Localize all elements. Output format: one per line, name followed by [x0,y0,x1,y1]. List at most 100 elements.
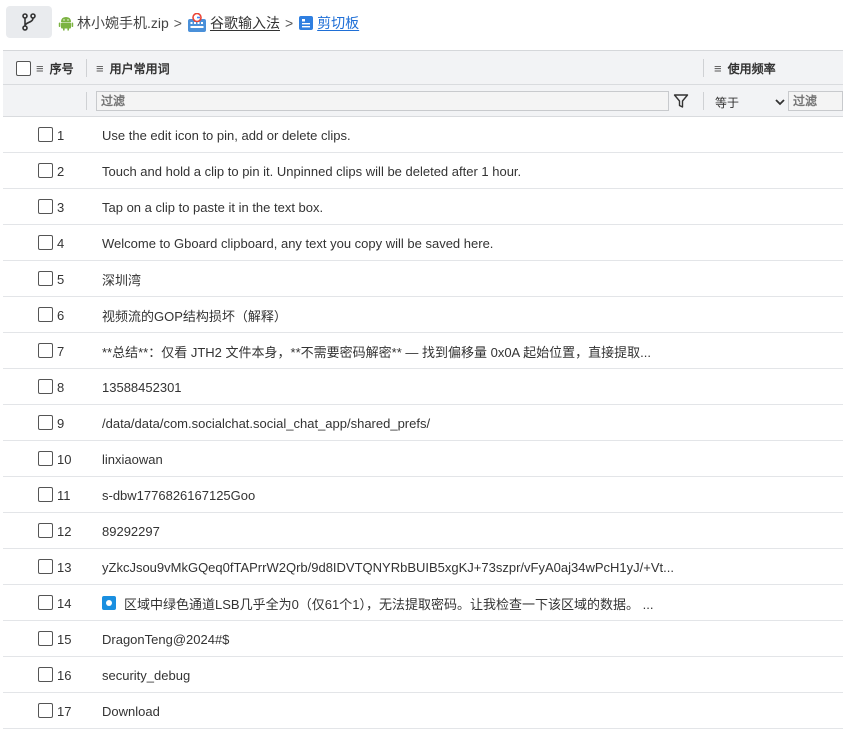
breadcrumb-label: 谷歌输入法 [209,15,280,31]
table-row[interactable]: 8 13588452301 [3,369,843,405]
row-index: 9 [57,415,65,431]
table-row[interactable]: 10 linxiaowan [3,441,843,477]
clipboard-table: ≡ 序号 ≡ 用户常用词 ≡ 使用频率 等于 1 Use the edit ico… [3,50,843,729]
row-checkbox[interactable] [38,307,53,322]
chevron-down-icon [775,99,785,106]
row-checkbox[interactable] [38,523,53,538]
clipboard-icon [299,16,314,30]
select-all-checkbox[interactable] [16,60,31,76]
row-index: 16 [57,667,72,683]
row-index: 7 [57,343,65,359]
row-index: 14 [57,595,72,611]
column-header-index[interactable]: ≡ 序号 [16,51,74,85]
column-menu-icon[interactable]: ≡ [96,61,104,76]
table-row[interactable]: 14 区域中绿色通道LSB几乎全为0（仅61个1），无法提取密码。让我检查一下该区… [3,585,843,621]
table-row[interactable]: 3 Tap on a clip to paste it in the text b… [3,189,843,225]
row-index: 13 [57,559,72,575]
table-body: 1 Use the edit icon to pin, add or delete… [3,117,843,729]
google-keyboard-icon [187,13,206,32]
row-phrase: /data/data/com.socialchat.social_chat_ap… [102,415,431,431]
row-index: 6 [57,307,65,323]
row-checkbox[interactable] [38,667,53,682]
breadcrumb: 林小婉手机.zip > 谷歌输入法 > 剪切板 [58,12,359,34]
row-checkbox[interactable] [38,199,53,214]
column-menu-icon[interactable]: ≡ [36,61,44,76]
row-index: 4 [57,235,65,251]
row-index: 17 [57,703,72,719]
info-icon [102,596,116,610]
phrase-filter-input[interactable] [96,91,669,111]
filter-row: 等于 [3,85,843,117]
breadcrumb-label: 林小婉手机.zip [77,15,169,31]
row-index: 1 [57,127,65,143]
row-checkbox[interactable] [38,163,53,178]
breadcrumb-item-clipboard[interactable]: 剪切板 [298,13,359,33]
row-phrase: Welcome to Gboard clipboard, any text yo… [102,235,494,251]
row-checkbox[interactable] [38,343,53,358]
breadcrumb-separator: > [173,15,182,31]
column-label: 序号 [49,61,74,76]
table-row[interactable]: 5 深圳湾 [3,261,843,297]
column-divider[interactable] [703,59,704,77]
row-checkbox[interactable] [38,451,53,466]
frequency-operator-select[interactable]: 等于 [715,93,785,111]
row-checkbox[interactable] [38,415,53,430]
row-index: 5 [57,271,65,287]
operator-value: 等于 [715,95,740,110]
column-header-phrase[interactable]: ≡ 用户常用词 [96,51,170,85]
row-checkbox[interactable] [38,379,53,394]
breadcrumb-separator: > [284,15,294,31]
row-index: 10 [57,451,72,467]
table-row[interactable]: 9/data/data/com.socialchat.social_chat_a… [3,405,843,441]
row-phrase: 深圳湾 [102,272,142,288]
table-row[interactable]: 4 Welcome to Gboard clipboard, any text y… [3,225,843,261]
column-divider [703,92,704,110]
table-row[interactable]: 17 Download [3,693,843,729]
breadcrumb-item-zip[interactable]: 林小婉手机.zip [58,13,169,33]
row-phrase: 区域中绿色通道LSB几乎全为0（仅61个1），无法提取密码。让我检查一下该区域的… [102,585,702,621]
breadcrumb-item-keyboard[interactable]: 谷歌输入法 [187,13,280,33]
table-row[interactable]: 1 Use the edit icon to pin, add or delete… [3,117,843,153]
android-icon [58,17,74,31]
table-row[interactable]: 13 yZkcJsou9vMkGQeq0fTAPrrW2Qrb/9d8IDVTQN… [3,549,843,585]
row-index: 15 [57,631,72,647]
table-row[interactable]: 2 Touch and hold a clip to pin it. Unpinn… [3,153,843,189]
row-index: 8 [57,379,65,395]
breadcrumb-bar: 林小婉手机.zip > 谷歌输入法 > 剪切板 [0,0,843,44]
column-menu-icon[interactable]: ≡ [714,61,722,76]
filter-icon[interactable] [673,93,689,109]
row-phrase: yZkcJsou9vMkGQeq0fTAPrrW2Qrb/9d8IDVTQNYR… [102,559,674,575]
table-row[interactable]: 6 视频流的GOP结构损坏（解释） [3,297,843,333]
table-row[interactable]: 16 security_debug [3,657,843,693]
branch-icon [22,13,36,31]
column-label: 使用频率 [727,61,776,76]
row-phrase: Touch and hold a clip to pin it. Unpinne… [102,163,522,179]
row-checkbox[interactable] [38,271,53,286]
row-checkbox[interactable] [38,559,53,574]
table-row[interactable]: 7 **总结**：仅看 JTH2 文件本身，**不需要密码解密** — 找到偏移量… [3,333,843,369]
row-phrase: 89292297 [102,523,160,539]
row-checkbox[interactable] [38,487,53,502]
table-row[interactable]: 12 89292297 [3,513,843,549]
row-checkbox[interactable] [38,595,53,610]
row-index: 2 [57,163,65,179]
row-phrase: Tap on a clip to paste it in the text bo… [102,199,324,215]
frequency-filter-input[interactable] [788,91,843,111]
row-checkbox[interactable] [38,631,53,646]
row-phrase: 视频流的GOP结构损坏（解释） [102,308,287,324]
table-row[interactable]: 11 s-dbw1776826167125Goo [3,477,843,513]
row-checkbox[interactable] [38,703,53,718]
row-phrase-text: 区域中绿色通道LSB几乎全为0（仅61个1），无法提取密码。让我检查一下该区域的… [124,596,654,612]
table-header: ≡ 序号 ≡ 用户常用词 ≡ 使用频率 [3,51,843,85]
table-row[interactable]: 15 DragonTeng@2024#$ [3,621,843,657]
row-phrase: DragonTeng@2024#$ [102,631,230,647]
row-phrase: Download [102,703,160,719]
row-checkbox[interactable] [38,235,53,250]
column-divider[interactable] [86,59,87,77]
row-index: 11 [57,487,71,503]
row-phrase: linxiaowan [102,451,163,467]
branch-button[interactable] [6,6,52,38]
row-checkbox[interactable] [38,127,53,142]
column-label: 用户常用词 [109,61,170,76]
column-header-frequency[interactable]: ≡ 使用频率 [714,51,776,85]
